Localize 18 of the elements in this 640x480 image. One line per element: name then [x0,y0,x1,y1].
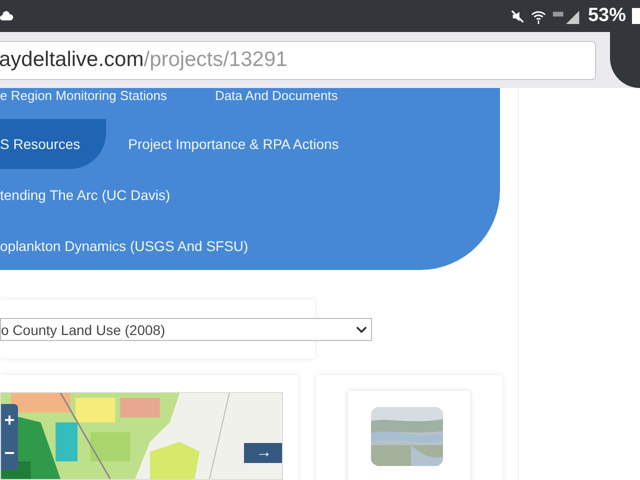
zoom-out-button[interactable]: − [1,437,18,470]
battery-icon [632,8,640,24]
chevron-icon [356,326,367,334]
nav-link[interactable]: Data And Documents [214,88,338,104]
nav-link[interactable]: e Region Monitoring Stations [0,88,167,104]
signal-icon [552,8,582,24]
nav-tab[interactable]: oplankton Dynamics (USGS And SFSU) [0,220,270,270]
cloud-icon [0,10,14,22]
nav-tab[interactable]: tending The Arc (UC Davis) [0,170,192,220]
nav-tab[interactable]: Project Importance & RPA Actions [128,118,361,168]
nav-tab[interactable]: S Resources [0,118,106,168]
battery-level: 53% [588,5,626,27]
layer-dropdown[interactable]: o County Land Use (2008) [0,318,372,341]
mute-icon [510,8,525,24]
zoom-in-button[interactable]: + [1,404,18,437]
wifi-icon [530,8,546,24]
address-field[interactable]: aydeltalive.com/projects/13291 [0,40,596,80]
next-button[interactable]: → [244,443,282,463]
